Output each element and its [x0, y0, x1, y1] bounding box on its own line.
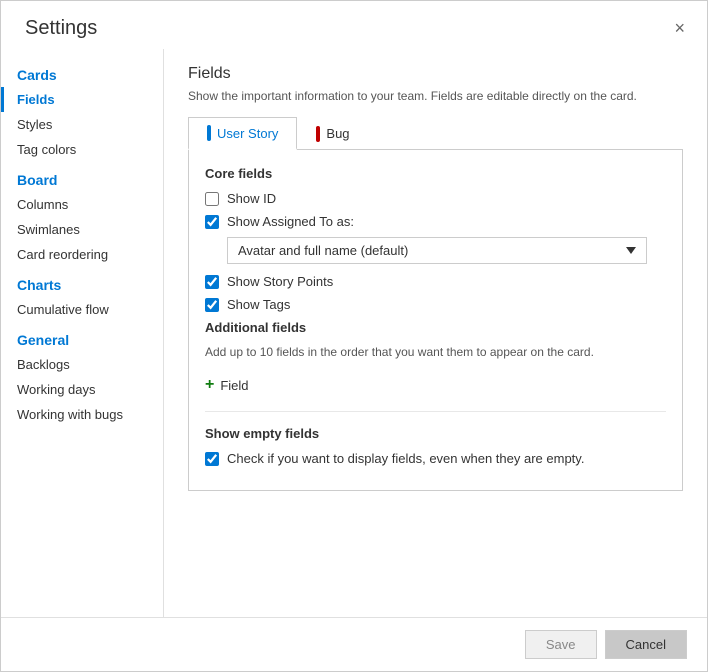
dialog-header: Settings ×	[1, 1, 707, 49]
user-story-indicator	[207, 125, 211, 141]
sidebar-item-columns[interactable]: Columns	[1, 192, 163, 217]
assigned-dropdown-row: Avatar and full name (default) Avatar on…	[227, 237, 666, 264]
add-field-label: Field	[220, 378, 248, 393]
tab-user-story-label: User Story	[217, 126, 278, 141]
additional-fields-desc: Add up to 10 fields in the order that yo…	[205, 345, 666, 359]
sidebar-item-working-with-bugs[interactable]: Working with bugs	[1, 402, 163, 427]
show-story-points-checkbox[interactable]	[205, 275, 219, 289]
show-story-points-row: Show Story Points	[205, 274, 666, 289]
tab-bug-label: Bug	[326, 126, 349, 141]
show-id-checkbox[interactable]	[205, 192, 219, 206]
sidebar-item-card-reordering[interactable]: Card reordering	[1, 242, 163, 267]
bug-indicator	[316, 126, 320, 142]
sidebar: Cards Fields Styles Tag colors Board Col…	[1, 49, 164, 617]
additional-fields-section: Additional fields Add up to 10 fields in…	[205, 320, 666, 397]
sidebar-section-cards: Cards	[1, 57, 163, 87]
sidebar-item-backlogs[interactable]: Backlogs	[1, 352, 163, 377]
dialog-title: Settings	[25, 17, 97, 40]
tab-user-story[interactable]: User Story	[188, 117, 297, 150]
main-title: Fields	[188, 65, 683, 83]
sidebar-item-working-days[interactable]: Working days	[1, 377, 163, 402]
additional-fields-label: Additional fields	[205, 320, 666, 335]
dialog-body: Cards Fields Styles Tag colors Board Col…	[1, 49, 707, 617]
assigned-to-dropdown[interactable]: Avatar and full name (default) Avatar on…	[227, 237, 647, 264]
save-button[interactable]: Save	[525, 630, 597, 659]
sidebar-item-styles[interactable]: Styles	[1, 112, 163, 137]
fields-panel: Core fields Show ID Show Assigned To as:…	[188, 150, 683, 491]
show-empty-desc: Check if you want to display fields, eve…	[227, 451, 584, 466]
core-fields-label: Core fields	[205, 166, 666, 181]
sidebar-item-fields[interactable]: Fields	[1, 87, 163, 112]
show-empty-label: Show empty fields	[205, 426, 666, 441]
plus-icon: +	[205, 377, 214, 393]
settings-dialog: Settings × Cards Fields Styles Tag color…	[0, 0, 708, 672]
show-assigned-row: Show Assigned To as:	[205, 214, 666, 229]
show-assigned-label: Show Assigned To as:	[227, 214, 354, 229]
dialog-footer: Save Cancel	[1, 617, 707, 671]
sidebar-item-tag-colors[interactable]: Tag colors	[1, 137, 163, 162]
sidebar-item-swimlanes[interactable]: Swimlanes	[1, 217, 163, 242]
show-tags-label: Show Tags	[227, 297, 290, 312]
show-id-label: Show ID	[227, 191, 276, 206]
show-story-points-label: Show Story Points	[227, 274, 333, 289]
show-empty-section: Show empty fields Check if you want to d…	[205, 411, 666, 466]
cancel-button[interactable]: Cancel	[605, 630, 687, 659]
add-field-button[interactable]: + Field	[205, 373, 249, 397]
show-empty-checkbox[interactable]	[205, 452, 219, 466]
show-assigned-checkbox[interactable]	[205, 215, 219, 229]
show-tags-row: Show Tags	[205, 297, 666, 312]
show-empty-row: Check if you want to display fields, eve…	[205, 451, 666, 466]
sidebar-section-charts: Charts	[1, 267, 163, 297]
main-content: Fields Show the important information to…	[164, 49, 707, 617]
close-button[interactable]: ×	[668, 15, 691, 41]
show-id-row: Show ID	[205, 191, 666, 206]
sidebar-item-cumulative-flow[interactable]: Cumulative flow	[1, 297, 163, 322]
show-tags-checkbox[interactable]	[205, 298, 219, 312]
main-description: Show the important information to your t…	[188, 89, 683, 103]
sidebar-section-board: Board	[1, 162, 163, 192]
tab-bar: User Story Bug	[188, 117, 683, 150]
sidebar-section-general: General	[1, 322, 163, 352]
tab-bug[interactable]: Bug	[297, 117, 368, 149]
